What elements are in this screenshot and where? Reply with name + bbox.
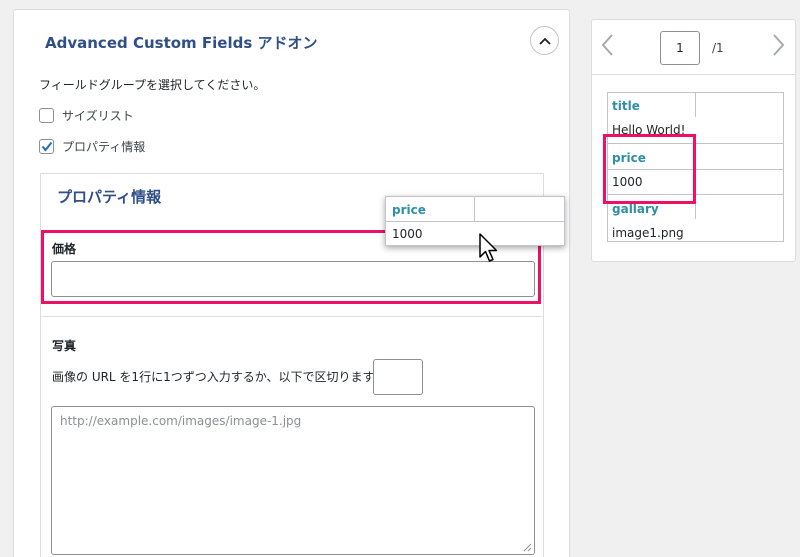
- collapse-button[interactable]: [530, 26, 559, 55]
- photo-urls-textarea[interactable]: http://example.com/images/image-1.jpg: [51, 406, 535, 555]
- highlight-frame-price-row: [603, 134, 696, 204]
- textarea-placeholder: http://example.com/images/image-1.jpg: [60, 414, 302, 428]
- page-number-input[interactable]: 1: [660, 31, 700, 65]
- separator-input[interactable]: [373, 359, 423, 395]
- chevron-right-icon[interactable]: [772, 33, 786, 57]
- checkbox-box[interactable]: [39, 108, 54, 123]
- photo-field-label: 写真: [52, 339, 77, 353]
- chevron-left-icon[interactable]: [600, 33, 614, 57]
- field-divider: [41, 316, 543, 317]
- pager: 1 /1: [592, 20, 795, 75]
- screen: Advanced Custom Fields アドオン フィールドグループを選択…: [0, 0, 800, 557]
- checkbox-size-list[interactable]: サイズリスト: [39, 107, 134, 124]
- checkbox-box-checked[interactable]: [39, 139, 54, 154]
- photo-field-description: 画像の URL を1行に1つずつ入力するか、以下で区切ります:: [52, 370, 379, 384]
- field-group-title: プロパティ情報: [57, 188, 162, 206]
- dragged-field-popup[interactable]: price 1000: [385, 196, 565, 246]
- table-row-label: gallary: [612, 202, 659, 216]
- mouse-pointer-icon: [479, 233, 498, 262]
- checkbox-label: プロパティ情報: [62, 140, 146, 154]
- page-total: /1: [712, 41, 724, 55]
- checkbox-label: サイズリスト: [62, 109, 134, 123]
- chevron-up-icon: [538, 37, 551, 45]
- table-row-label: title: [612, 99, 640, 113]
- panel-title: Advanced Custom Fields アドオン: [45, 34, 318, 52]
- popup-column-divider: [474, 197, 475, 221]
- checkbox-property-info[interactable]: プロパティ情報: [39, 138, 145, 155]
- popup-field-label: price: [392, 203, 426, 217]
- popup-field-value: 1000: [392, 227, 423, 241]
- popup-row-divider: [386, 221, 564, 222]
- group-select-instruction: フィールドグループを選択してください。: [39, 78, 266, 92]
- table-row-value: image1.png: [612, 226, 684, 240]
- checkmark-icon: [41, 141, 52, 152]
- column-divider: [695, 93, 696, 117]
- resize-grip-icon[interactable]: [523, 543, 532, 552]
